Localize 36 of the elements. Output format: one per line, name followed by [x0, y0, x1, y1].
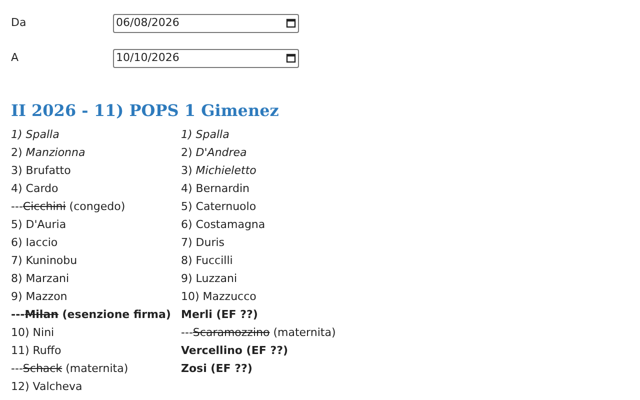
roster-entry: 6) Costamagna [181, 217, 266, 233]
roster-entry: 2) D'Andrea [181, 145, 248, 161]
roster-entry: 12) Valcheva [11, 379, 84, 395]
roster-entry: 3) Michieletto [181, 163, 258, 179]
roster-entry: 3) Brufatto [11, 163, 72, 179]
roster-entry: ---Milan (esenzione firma) [11, 307, 172, 323]
roster-entry: 8) Fuccilli [181, 253, 234, 269]
roster-entry: 2) Manzionna [11, 145, 86, 161]
roster-entry: 8) Marzani [11, 271, 70, 287]
roster-entry: 9) Luzzani [181, 271, 238, 287]
roster-entry: 11) Ruffo [11, 343, 62, 359]
roster-entry: 1) Spalla [11, 127, 60, 143]
field-label: Da [11, 14, 28, 31]
date-field[interactable]: 06/08/2026 [113, 14, 299, 32]
roster-entry: ---Scaramozzino (maternita) [181, 325, 337, 341]
roster-entry: 1) Spalla [181, 127, 230, 143]
roster-entry: 5) Caternuolo [181, 199, 258, 215]
roster-entry: 7) Kuninobu [11, 253, 78, 269]
roster-entry: 4) Cardo [11, 181, 60, 197]
roster-entry: 10) Mazzucco [181, 289, 258, 305]
roster-entry: Vercellino (EF ??) [181, 343, 289, 359]
roster-entry: Zosi (EF ??) [181, 361, 254, 377]
roster-entry: ---Schack (maternita) [11, 361, 130, 377]
roster-entry: ---Cicchini (congedo) [11, 199, 126, 215]
field-label: A [11, 50, 20, 66]
roster-entry: 10) Nini [11, 325, 56, 341]
roster-entry: 4) Bernardin [181, 181, 250, 197]
roster-entry: 9) Mazzon [11, 289, 68, 305]
roster-entry: 6) Iaccio [11, 235, 59, 251]
date-field[interactable]: 10/10/2026 [113, 48, 299, 68]
roster-entry: 7) Duris [181, 235, 226, 251]
roster-entry: Merli (EF ??) [181, 307, 259, 323]
roster-entry: 5) D'Auria [11, 217, 68, 233]
calendar-icon[interactable] [286, 53, 296, 63]
section-heading: II 2026 - 11) POPS 1 Gimenez [10, 100, 280, 122]
calendar-icon[interactable] [286, 18, 296, 28]
